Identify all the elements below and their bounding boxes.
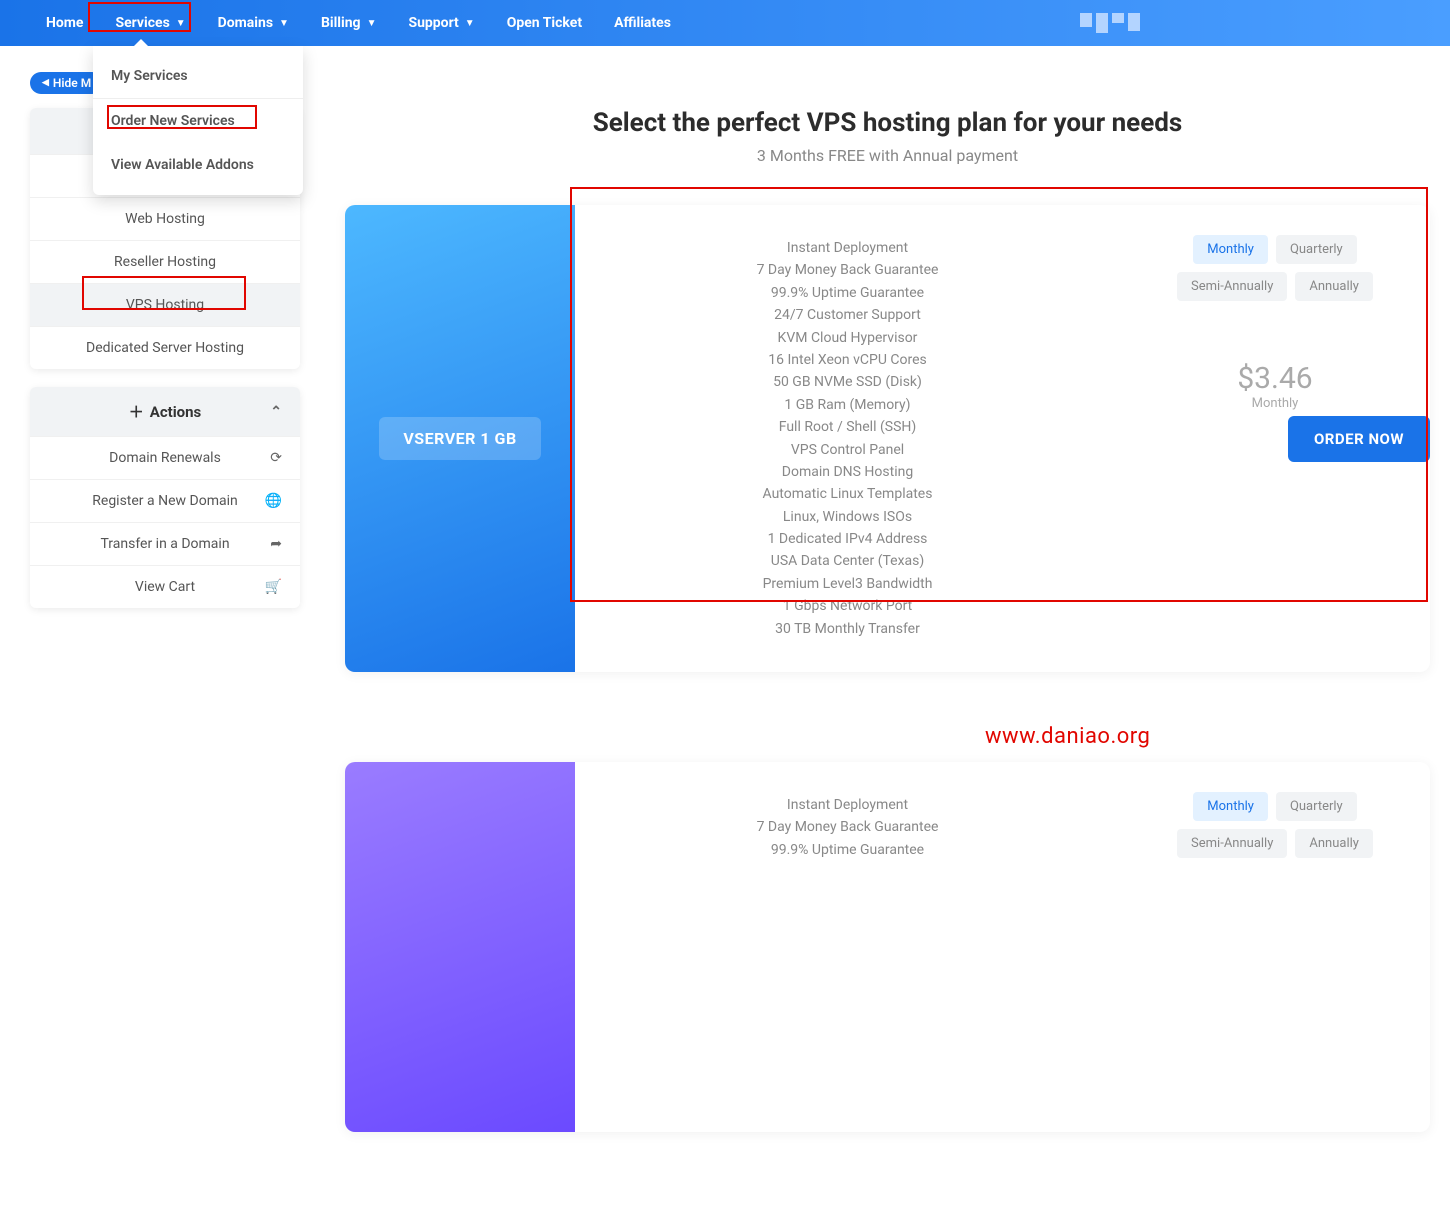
- nav-billing[interactable]: Billing▼: [305, 0, 393, 46]
- caret-down-icon: ▼: [465, 18, 475, 29]
- watermark: www.daniao.org: [985, 724, 1150, 749]
- billing-tabs: Monthly Quarterly Semi-Annually Annually: [1144, 235, 1406, 301]
- cart-icon: 🛒: [265, 579, 282, 595]
- action-register[interactable]: Register a New Domain🌐: [30, 479, 300, 522]
- tab-quarterly[interactable]: Quarterly: [1276, 792, 1357, 821]
- feature-line: USA Data Center (Texas): [595, 550, 1100, 572]
- feature-line: 1 GB Ram (Memory): [595, 394, 1100, 416]
- action-cart[interactable]: View Cart🛒: [30, 565, 300, 608]
- dd-my-services[interactable]: My Services: [93, 54, 303, 98]
- tab-monthly[interactable]: Monthly: [1193, 235, 1268, 264]
- tab-annually[interactable]: Annually: [1295, 829, 1373, 858]
- nav-support[interactable]: Support▼: [392, 0, 490, 46]
- feature-line: VPS Control Panel: [595, 439, 1100, 461]
- plan-card-2: Instant Deployment7 Day Money Back Guara…: [345, 762, 1430, 1132]
- action-renewals[interactable]: Domain Renewals⟳: [30, 436, 300, 479]
- nav-open-ticket[interactable]: Open Ticket: [491, 0, 598, 46]
- plan-badge: VSERVER 1 GB: [345, 205, 575, 672]
- caret-down-icon: ▼: [367, 18, 377, 29]
- tab-monthly[interactable]: Monthly: [1193, 792, 1268, 821]
- tab-semi[interactable]: Semi-Annually: [1177, 272, 1287, 301]
- plan-period: Monthly: [1252, 396, 1299, 411]
- caret-down-icon: ▼: [176, 18, 186, 29]
- feature-line: 99.9% Uptime Guarantee: [595, 839, 1100, 861]
- globe-icon: 🌐: [265, 493, 282, 509]
- feature-line: Premium Level3 Bandwidth: [595, 573, 1100, 595]
- services-dropdown: My Services Order New Services View Avai…: [93, 46, 303, 195]
- feature-line: 1 Dedicated IPv4 Address: [595, 528, 1100, 550]
- feature-line: Automatic Linux Templates: [595, 483, 1100, 505]
- tab-annually[interactable]: Annually: [1295, 272, 1373, 301]
- order-now-button[interactable]: ORDER NOW: [1288, 416, 1430, 462]
- nav-services[interactable]: Services▼: [99, 0, 201, 46]
- feature-line: Instant Deployment: [595, 794, 1100, 816]
- sidebar-reseller[interactable]: Reseller Hosting: [30, 240, 300, 283]
- feature-line: Full Root / Shell (SSH): [595, 416, 1100, 438]
- actions-header[interactable]: ＋Actions⌃: [30, 387, 300, 436]
- actions-card: ＋Actions⌃ Domain Renewals⟳ Register a Ne…: [30, 387, 300, 608]
- plan-name: VSERVER 1 GB: [379, 417, 540, 460]
- feature-line: KVM Cloud Hypervisor: [595, 327, 1100, 349]
- nav-domains[interactable]: Domains▼: [202, 0, 305, 46]
- billing-tabs: Monthly Quarterly Semi-Annually Annually: [1144, 792, 1406, 858]
- tab-quarterly[interactable]: Quarterly: [1276, 235, 1357, 264]
- plan-price: $3.46: [1237, 361, 1312, 396]
- chevron-up-icon: ⌃: [270, 404, 282, 420]
- feature-line: 7 Day Money Back Guarantee: [595, 259, 1100, 281]
- feature-line: 16 Intel Xeon vCPU Cores: [595, 349, 1100, 371]
- share-icon: ➦: [270, 536, 282, 552]
- dd-addons[interactable]: View Available Addons: [93, 143, 303, 187]
- nav-home[interactable]: Home: [30, 0, 99, 46]
- refresh-icon: ⟳: [270, 450, 282, 466]
- page-title: Select the perfect VPS hosting plan for …: [345, 108, 1430, 138]
- feature-line: 1 Gbps Network Port: [595, 595, 1100, 617]
- feature-line: Instant Deployment: [595, 237, 1100, 259]
- page-subtitle: 3 Months FREE with Annual payment: [345, 146, 1430, 165]
- dd-order-new[interactable]: Order New Services: [93, 99, 303, 143]
- main-content: Select the perfect VPS hosting plan for …: [345, 108, 1430, 1222]
- top-nav: Home Services▼ Domains▼ Billing▼ Support…: [0, 0, 1450, 46]
- sidebar-web-hosting[interactable]: Web Hosting: [30, 197, 300, 240]
- feature-line: 30 TB Monthly Transfer: [595, 618, 1100, 640]
- feature-line: Linux, Windows ISOs: [595, 506, 1100, 528]
- caret-down-icon: ▼: [279, 18, 289, 29]
- plan-card-1gb: VSERVER 1 GB Instant Deployment7 Day Mon…: [345, 205, 1430, 672]
- plan-features: Instant Deployment7 Day Money Back Guara…: [575, 205, 1120, 672]
- feature-line: 50 GB NVMe SSD (Disk): [595, 371, 1100, 393]
- sidebar-dedicated[interactable]: Dedicated Server Hosting: [30, 326, 300, 369]
- feature-line: 7 Day Money Back Guarantee: [595, 816, 1100, 838]
- action-transfer[interactable]: Transfer in a Domain➦: [30, 522, 300, 565]
- plan-pricing: Monthly Quarterly Semi-Annually Annually: [1120, 762, 1430, 1132]
- feature-line: 99.9% Uptime Guarantee: [595, 282, 1100, 304]
- plan-features: Instant Deployment7 Day Money Back Guara…: [575, 762, 1120, 1132]
- feature-line: Domain DNS Hosting: [595, 461, 1100, 483]
- feature-line: 24/7 Customer Support: [595, 304, 1100, 326]
- plan-badge: [345, 762, 575, 1132]
- sidebar-vps[interactable]: VPS Hosting: [30, 283, 300, 326]
- nav-affiliates[interactable]: Affiliates: [598, 0, 687, 46]
- tab-semi[interactable]: Semi-Annually: [1177, 829, 1287, 858]
- logo: [1080, 13, 1140, 33]
